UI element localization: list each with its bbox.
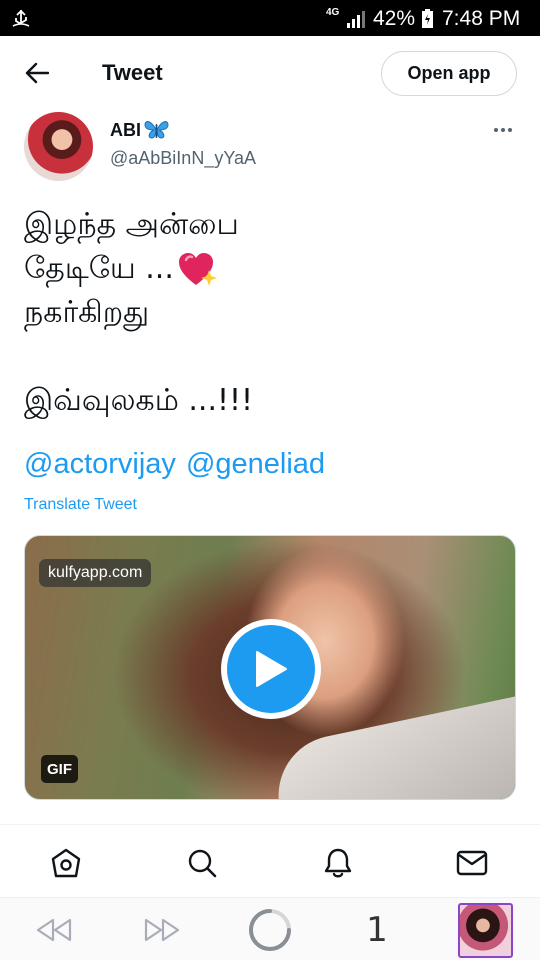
translate-tweet-link[interactable]: Translate Tweet	[24, 496, 137, 514]
clock: 7:48 PM	[442, 7, 521, 30]
back-arrow-icon	[25, 62, 49, 84]
battery-percentage: 42%	[373, 7, 416, 30]
back-button[interactable]	[20, 58, 54, 88]
mention-link[interactable]: @geneliad	[186, 448, 325, 480]
tweet-line: நகர்கிறது	[24, 295, 150, 330]
nav-search-button[interactable]	[182, 843, 222, 883]
open-app-button[interactable]: Open app	[381, 51, 517, 96]
network-type: 4G	[326, 7, 340, 18]
author-handle[interactable]: @aAbBiInN_yYaA	[110, 148, 256, 169]
battery-icon	[422, 9, 433, 28]
browser-toolbar: 1	[0, 897, 540, 960]
nav-messages-button[interactable]	[452, 843, 492, 883]
browser-forward-button[interactable]	[142, 910, 182, 950]
tweet-text: இழந்த அன்பை தேடியே ... நகர்கிறது இவ்வுலக…	[24, 203, 504, 423]
butterfly-icon	[144, 121, 169, 139]
more-dot	[494, 128, 498, 132]
reload-button[interactable]	[246, 909, 294, 951]
fast-forward-icon	[144, 918, 180, 942]
gif-media[interactable]: kulfyapp.com GIF	[24, 535, 516, 800]
media-watermark: kulfyapp.com	[39, 559, 152, 587]
tweet-line: இழந்த அன்பை	[24, 207, 239, 242]
mention-link[interactable]: @actorvijay	[24, 448, 176, 480]
tab-thumbnail[interactable]	[458, 903, 513, 958]
signal-icon	[347, 11, 365, 28]
rewind-icon	[36, 918, 72, 942]
author-name[interactable]: ABI	[110, 119, 170, 141]
nav-home-button[interactable]	[46, 843, 86, 883]
play-icon	[256, 651, 287, 687]
more-dot	[508, 128, 512, 132]
messages-icon	[456, 850, 488, 876]
bottom-nav	[0, 825, 540, 897]
page-title: Tweet	[102, 60, 163, 85]
play-button[interactable]	[221, 619, 321, 719]
status-bar: 4G 42% 7:48 PM	[0, 0, 540, 36]
loading-spinner-icon	[249, 909, 291, 951]
sparkling-heart-icon	[178, 252, 217, 286]
search-icon	[188, 849, 217, 878]
notifications-icon	[324, 848, 352, 878]
author-display-name: ABI	[110, 119, 141, 140]
tweet-line-with-heart: தேடியே ...	[24, 247, 504, 291]
more-options-button[interactable]	[489, 120, 517, 140]
tweet-line: தேடியே ...	[24, 251, 174, 286]
tab-count: 1	[366, 910, 388, 950]
mentions: @actorvijay @geneliad	[24, 448, 335, 481]
nav-notifications-button[interactable]	[318, 843, 358, 883]
media-image-detail	[267, 695, 515, 799]
browser-back-button[interactable]	[34, 910, 74, 950]
play-button-inner	[227, 625, 315, 713]
tab-switcher-button[interactable]: 1	[362, 910, 392, 950]
more-dot	[501, 128, 505, 132]
gif-badge: GIF	[41, 755, 78, 783]
usb-icon	[12, 9, 30, 27]
header: Tweet Open app	[0, 36, 540, 110]
tweet-line: இவ்வுலகம் ...!!!	[24, 383, 254, 418]
home-icon	[51, 848, 81, 878]
avatar[interactable]	[24, 112, 93, 181]
